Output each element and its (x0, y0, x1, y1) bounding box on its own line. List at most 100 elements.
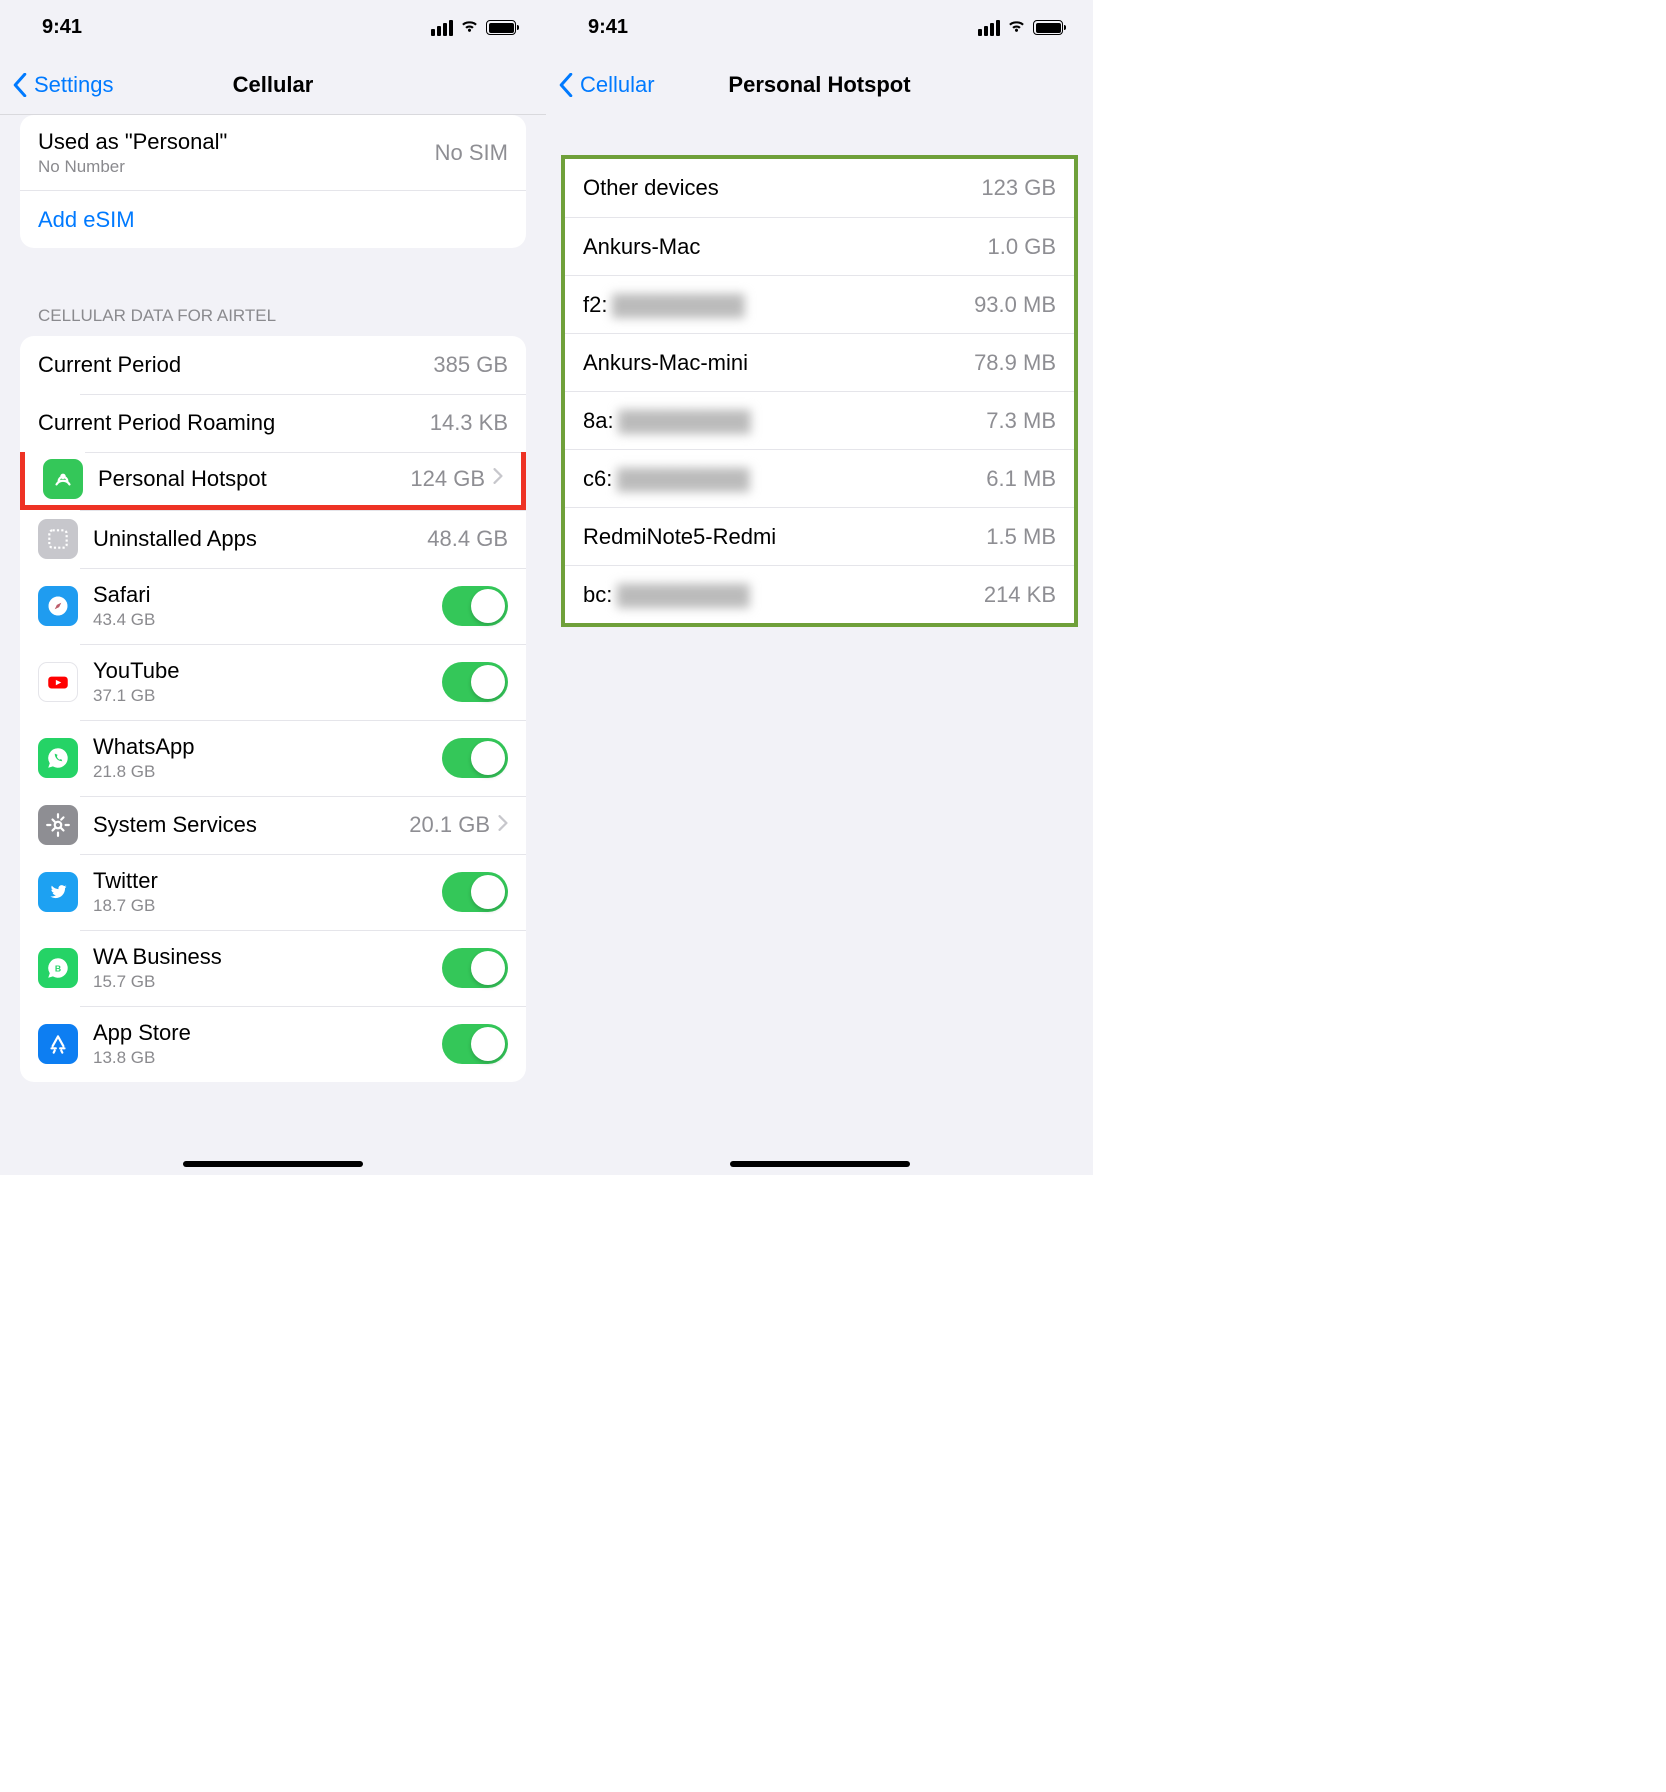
uninstalled-value: 48.4 GB (427, 526, 508, 552)
nav-bar: Settings Cellular (0, 55, 546, 115)
twitter-toggle[interactable] (442, 872, 508, 912)
status-time: 9:41 (576, 16, 628, 39)
status-indicators (431, 16, 516, 39)
device-row[interactable]: bc: ██████████214 KB (565, 565, 1074, 623)
wab-toggle[interactable] (442, 948, 508, 988)
whatsapp-sub: 21.8 GB (93, 762, 442, 782)
current-period-label: Current Period (38, 352, 433, 378)
status-bar: 9:41 (546, 0, 1093, 55)
wabusiness-icon: B (38, 948, 78, 988)
twitter-label: Twitter (93, 868, 442, 894)
cell-signal-icon (978, 20, 1000, 36)
back-button[interactable]: Settings (0, 72, 114, 98)
whatsapp-icon (38, 738, 78, 778)
gear-icon (38, 805, 78, 845)
system-value: 20.1 GB (409, 812, 490, 838)
status-time: 9:41 (30, 16, 82, 39)
wifi-icon (459, 16, 480, 39)
youtube-label: YouTube (93, 658, 442, 684)
wifi-icon (1006, 16, 1027, 39)
wab-label: WA Business (93, 944, 442, 970)
current-roaming-row[interactable]: Current Period Roaming 14.3 KB (20, 394, 526, 452)
appstore-label: App Store (93, 1020, 442, 1046)
device-label: c6: ██████████ (583, 466, 986, 492)
personal-hotspot-row[interactable]: Personal Hotspot 124 GB (20, 452, 526, 510)
safari-toggle[interactable] (442, 586, 508, 626)
device-row[interactable]: Ankurs-Mac-mini78.9 MB (565, 333, 1074, 391)
youtube-toggle[interactable] (442, 662, 508, 702)
current-period-row[interactable]: Current Period 385 GB (20, 336, 526, 394)
twitter-row[interactable]: Twitter 18.7 GB (20, 854, 526, 930)
current-period-value: 385 GB (433, 352, 508, 378)
battery-icon (1033, 20, 1063, 35)
system-label: System Services (93, 812, 409, 838)
device-row[interactable]: Ankurs-Mac1.0 GB (565, 217, 1074, 275)
system-row[interactable]: System Services 20.1 GB (20, 796, 526, 854)
hotspot-label: Personal Hotspot (98, 466, 410, 492)
battery-icon (486, 20, 516, 35)
screen-hotspot: 9:41 Cellular Personal Hotspot Other dev… (546, 0, 1093, 1175)
twitter-sub: 18.7 GB (93, 896, 442, 916)
roaming-value: 14.3 KB (430, 410, 508, 436)
device-label: 8a: ██████████ (583, 408, 986, 434)
wabusiness-row[interactable]: B WA Business 15.7 GB (20, 930, 526, 1006)
safari-icon (38, 586, 78, 626)
whatsapp-row[interactable]: WhatsApp 21.8 GB (20, 720, 526, 796)
chevron-right-icon (493, 468, 503, 489)
roaming-label: Current Period Roaming (38, 410, 430, 436)
data-group: Current Period 385 GB Current Period Roa… (20, 336, 526, 1082)
safari-label: Safari (93, 582, 442, 608)
sim-status: No SIM (435, 140, 508, 166)
device-row[interactable]: c6: ██████████6.1 MB (565, 449, 1074, 507)
device-value: 78.9 MB (974, 350, 1056, 376)
screen-cellular: 9:41 Settings Cellular Used as "Personal… (0, 0, 546, 1175)
device-value: 6.1 MB (986, 466, 1056, 492)
appstore-toggle[interactable] (442, 1024, 508, 1064)
uninstalled-row[interactable]: Uninstalled Apps 48.4 GB (20, 510, 526, 568)
device-value: 123 GB (981, 175, 1056, 201)
data-group-header: CELLULAR DATA FOR AIRTEL (0, 278, 546, 336)
add-esim-label: Add eSIM (38, 207, 135, 233)
whatsapp-toggle[interactable] (442, 738, 508, 778)
sim-group: Used as "Personal" No Number No SIM Add … (20, 115, 526, 248)
device-row[interactable]: 8a: ██████████7.3 MB (565, 391, 1074, 449)
hotspot-icon (43, 459, 83, 499)
sim-used-as: Used as "Personal" (38, 129, 435, 155)
youtube-sub: 37.1 GB (93, 686, 442, 706)
appstore-icon (38, 1024, 78, 1064)
chevron-right-icon (498, 815, 508, 836)
youtube-icon (38, 662, 78, 702)
back-button[interactable]: Cellular (546, 72, 655, 98)
whatsapp-label: WhatsApp (93, 734, 442, 760)
uninstalled-label: Uninstalled Apps (93, 526, 427, 552)
safari-sub: 43.4 GB (93, 610, 442, 630)
cell-signal-icon (431, 20, 453, 36)
device-label: RedmiNote5-Redmi (583, 524, 986, 550)
appstore-row[interactable]: App Store 13.8 GB (20, 1006, 526, 1082)
safari-row[interactable]: Safari 43.4 GB (20, 568, 526, 644)
device-label: Ankurs-Mac-mini (583, 350, 974, 376)
add-esim-row[interactable]: Add eSIM (20, 190, 526, 248)
device-value: 1.0 GB (988, 234, 1056, 260)
back-label: Settings (34, 72, 114, 98)
device-list-highlight: Other devices123 GBAnkurs-Mac1.0 GBf2: █… (561, 155, 1078, 627)
device-row[interactable]: f2: ██████████93.0 MB (565, 275, 1074, 333)
device-value: 93.0 MB (974, 292, 1056, 318)
device-label: bc: ██████████ (583, 582, 984, 608)
chevron-left-icon (558, 73, 574, 97)
home-indicator[interactable] (183, 1161, 363, 1167)
appstore-sub: 13.8 GB (93, 1048, 442, 1068)
home-indicator[interactable] (730, 1161, 910, 1167)
device-label: Ankurs-Mac (583, 234, 988, 260)
device-list-group: Other devices123 GBAnkurs-Mac1.0 GBf2: █… (565, 159, 1074, 623)
device-value: 214 KB (984, 582, 1056, 608)
device-value: 1.5 MB (986, 524, 1056, 550)
wab-sub: 15.7 GB (93, 972, 442, 992)
youtube-row[interactable]: YouTube 37.1 GB (20, 644, 526, 720)
svg-text:B: B (55, 963, 61, 973)
device-value: 7.3 MB (986, 408, 1056, 434)
device-row[interactable]: Other devices123 GB (565, 159, 1074, 217)
status-indicators (978, 16, 1063, 39)
sim-row[interactable]: Used as "Personal" No Number No SIM (20, 115, 526, 190)
device-row[interactable]: RedmiNote5-Redmi1.5 MB (565, 507, 1074, 565)
